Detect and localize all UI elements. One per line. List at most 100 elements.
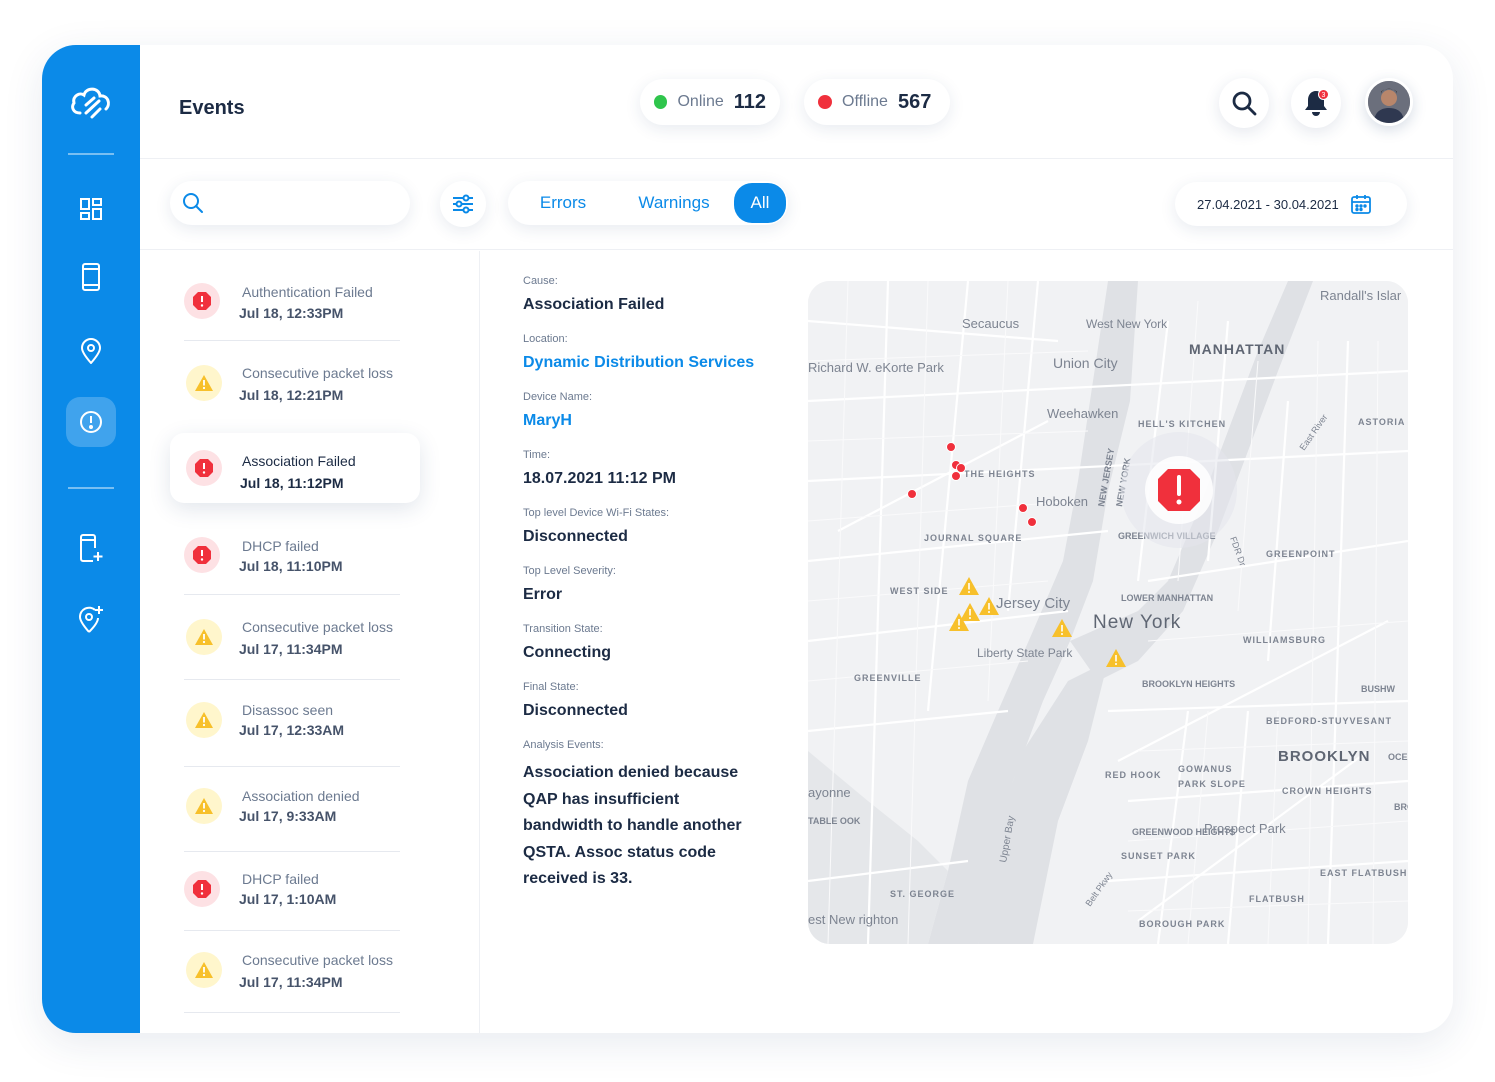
- warning-icon: [186, 788, 222, 824]
- map-label-dekorte-park: Richard W. eKorte Park: [808, 360, 944, 375]
- map-label-borough-park: BOROUGH PARK: [1139, 919, 1225, 929]
- device-name-link[interactable]: MaryH: [523, 412, 783, 430]
- map-label-bayonne: ayonne: [808, 785, 851, 800]
- list-divider: [184, 930, 400, 931]
- map-label-st-george: ST. GEORGE: [890, 889, 955, 899]
- map-label-new-york: New York: [1093, 612, 1181, 633]
- cloud-logo-icon[interactable]: [66, 78, 116, 128]
- error-icon: [184, 537, 220, 573]
- map-selected-error-marker[interactable]: [1121, 432, 1237, 548]
- add-location-icon[interactable]: [66, 594, 116, 644]
- filter-button[interactable]: [440, 181, 486, 227]
- list-item[interactable]: Disassoc seen Jul 17, 12:33AM: [184, 694, 400, 774]
- list-item[interactable]: Authentication Failed Jul 18, 12:33PM: [184, 275, 400, 355]
- map-canvas[interactable]: Randall's Islar Secaucus West New York M…: [808, 281, 1408, 944]
- sidebar-divider: [68, 487, 114, 489]
- list-item[interactable]: Association denied Jul 17, 9:33AM: [184, 780, 400, 860]
- list-divider: [184, 1012, 400, 1013]
- map-label-table-rook: TABLE OOK: [808, 816, 861, 826]
- date-range-picker[interactable]: 27.04.2021 - 30.04.2021: [1175, 182, 1407, 226]
- app-window: Events Online 112 Offline 567 3 Errors W…: [42, 45, 1453, 1033]
- map-label-flatbush: FLATBUSH: [1249, 894, 1305, 904]
- map-label-manhattan: MANHATTAN: [1189, 341, 1285, 357]
- map-marker-error[interactable]: [951, 471, 961, 481]
- notifications-button[interactable]: 3: [1291, 78, 1341, 128]
- offline-dot-icon: [818, 95, 832, 109]
- map-label-journal-square: JOURNAL SQUARE: [924, 533, 1022, 543]
- main-area: Events Online 112 Offline 567 3 Errors W…: [140, 45, 1453, 1033]
- map-label-brooklyn-heights: BROOKLYN HEIGHTS: [1142, 679, 1235, 689]
- tab-all[interactable]: All: [734, 183, 786, 223]
- events-list: Authentication Failed Jul 18, 12:33PM Co…: [140, 251, 480, 1033]
- list-item-selected[interactable]: Association Failed Jul 18, 11:12PM: [170, 433, 420, 503]
- list-item[interactable]: Consecutive packet loss Jul 18, 12:21PM: [184, 356, 400, 436]
- event-time: Jul 18, 11:12PM: [240, 475, 344, 491]
- event-name: DHCP failed: [242, 871, 319, 887]
- calendar-icon: [1350, 195, 1371, 214]
- severity-tabs: Errors Warnings All: [508, 181, 788, 225]
- list-item[interactable]: Consecutive packet loss Jul 17, 11:34PM: [184, 943, 400, 1023]
- search-input[interactable]: [212, 195, 392, 211]
- tab-warnings[interactable]: Warnings: [620, 183, 728, 223]
- map-label-williamsburg: WILLIAMSBURG: [1243, 635, 1326, 645]
- list-divider: [184, 851, 400, 852]
- list-item[interactable]: Consecutive packet loss Jul 17, 11:34PM: [184, 610, 400, 690]
- warning-icon: [186, 952, 222, 988]
- map-label-the-heights: THE HEIGHTS: [964, 469, 1036, 479]
- offline-status-pill[interactable]: Offline 567: [804, 79, 950, 125]
- device-name-label: Device Name:: [523, 391, 593, 403]
- map-label-weehawken: Weehawken: [1047, 406, 1118, 421]
- sliders-icon: [453, 194, 473, 214]
- cause-value: Association Failed: [523, 296, 665, 313]
- map-marker-error[interactable]: [907, 489, 917, 499]
- date-range-text: 27.04.2021 - 30.04.2021: [1197, 196, 1339, 212]
- event-name: Authentication Failed: [242, 284, 373, 300]
- map-label-hoboken: Hoboken: [1036, 494, 1088, 509]
- map-label-greenville: GREENVILLE: [854, 673, 922, 683]
- map-label-greenpoint: GREENPOINT: [1266, 549, 1336, 559]
- device-icon[interactable]: [66, 252, 116, 302]
- search-box[interactable]: [170, 181, 410, 225]
- user-avatar[interactable]: [1365, 78, 1413, 126]
- page-title: Events: [179, 97, 245, 119]
- add-device-icon[interactable]: [66, 523, 116, 573]
- online-status-pill[interactable]: Online 112: [640, 79, 780, 125]
- map-marker-error[interactable]: [1018, 503, 1028, 513]
- time-label: Time:: [523, 449, 551, 461]
- map-marker-error[interactable]: [1027, 517, 1037, 527]
- error-icon: [184, 283, 220, 319]
- offline-label: Offline: [842, 93, 888, 110]
- cause-label: Cause:: [523, 275, 558, 287]
- event-name: Disassoc seen: [242, 702, 334, 718]
- location-pin-icon[interactable]: [66, 326, 116, 376]
- event-time: Jul 18, 12:33PM: [239, 305, 344, 321]
- search-icon: [183, 193, 203, 213]
- event-map[interactable]: Randall's Islar Secaucus West New York M…: [808, 281, 1408, 944]
- list-item[interactable]: DHCP failed Jul 18, 11:10PM: [184, 529, 400, 609]
- severity-value: Error: [523, 586, 563, 603]
- transition-state-value: Connecting: [523, 644, 611, 661]
- event-time: Jul 17, 11:34PM: [239, 641, 343, 657]
- map-label-west-side: WEST SIDE: [890, 586, 949, 596]
- map-label-oce: OCE: [1388, 752, 1408, 762]
- dashboard-icon[interactable]: [66, 184, 116, 234]
- sidebar: [42, 45, 140, 1033]
- event-time: Jul 18, 11:10PM: [239, 558, 343, 574]
- event-time: Jul 17, 11:34PM: [239, 974, 343, 990]
- tab-errors[interactable]: Errors: [520, 183, 606, 223]
- map-label-east-flatbush: EAST FLATBUSH: [1320, 868, 1407, 878]
- list-divider: [184, 594, 400, 595]
- event-name: Association Failed: [242, 453, 356, 469]
- map-label-secaucus: Secaucus: [962, 316, 1020, 331]
- map-label-randalls-island: Randall's Islar: [1320, 288, 1402, 303]
- map-marker-error[interactable]: [946, 442, 956, 452]
- events-alert-icon[interactable]: [66, 397, 116, 447]
- time-value: 18.07.2021 11:12 PM: [523, 470, 677, 487]
- map-label-red-hook: RED HOOK: [1105, 770, 1162, 780]
- error-icon: [184, 871, 220, 907]
- list-divider: [184, 766, 400, 767]
- event-name: Consecutive packet loss: [242, 365, 393, 381]
- map-marker-error[interactable]: [956, 463, 966, 473]
- location-link[interactable]: Dynamic Distribution Services: [523, 354, 783, 372]
- search-button[interactable]: [1219, 78, 1269, 128]
